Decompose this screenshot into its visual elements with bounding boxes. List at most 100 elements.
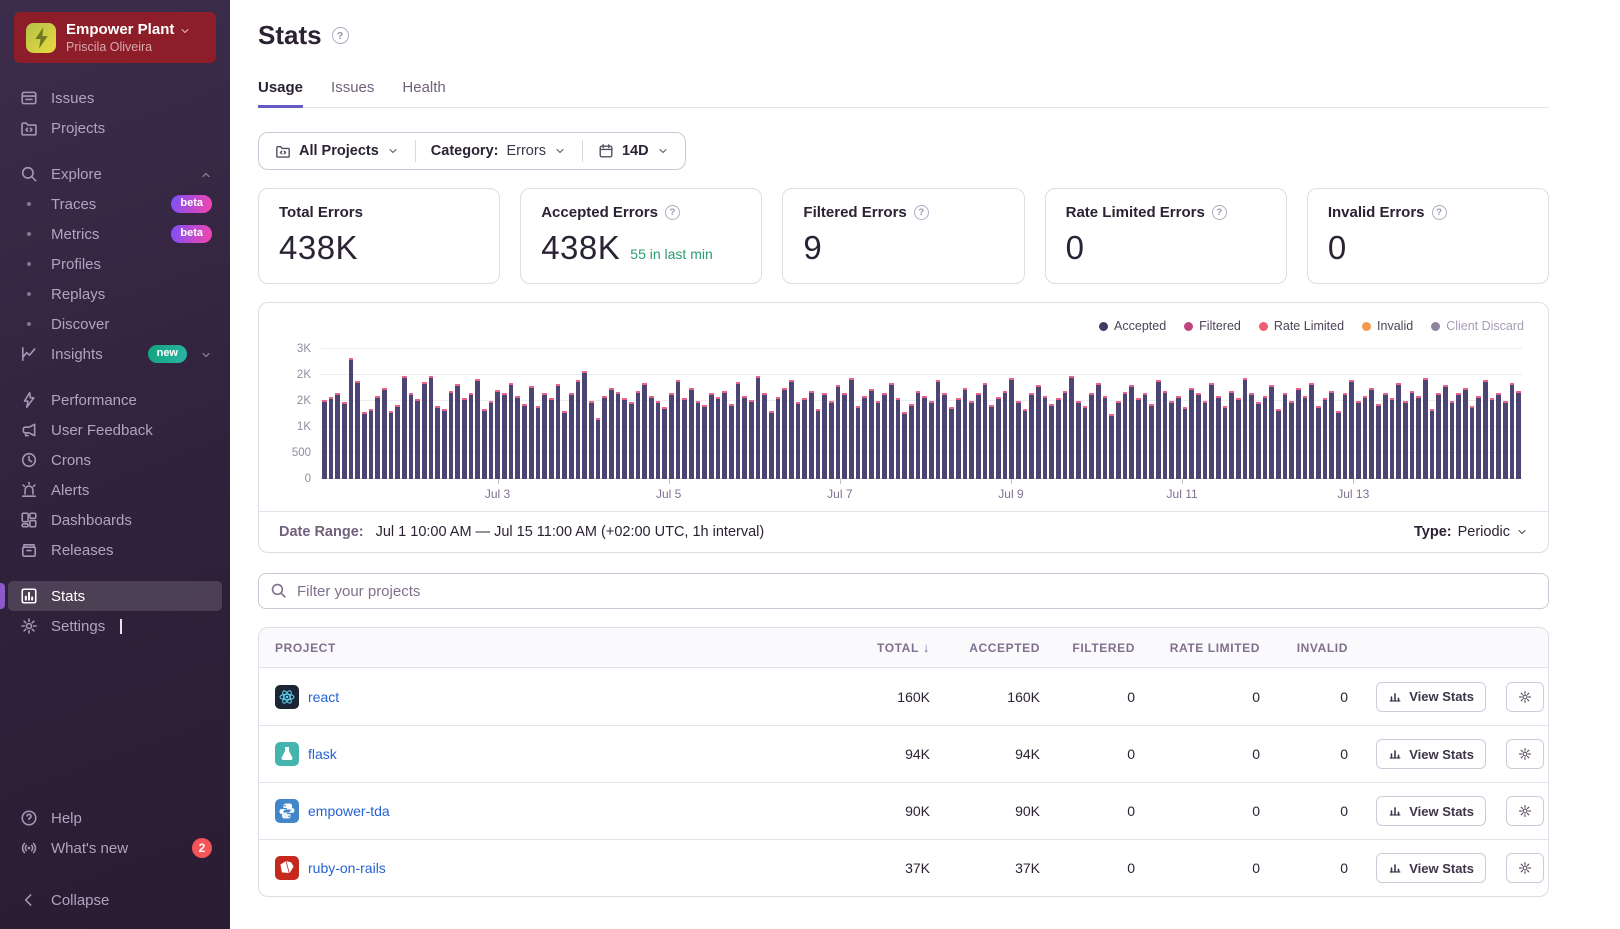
- bar-accepted[interactable]: [829, 401, 834, 479]
- bar-accepted[interactable]: [1002, 391, 1008, 479]
- bar-accepted[interactable]: [408, 393, 414, 479]
- bar-accepted[interactable]: [582, 371, 587, 479]
- bar-accepted[interactable]: [1155, 380, 1161, 479]
- project-settings-button[interactable]: [1506, 681, 1544, 712]
- legend-item-accepted[interactable]: Accepted: [1099, 319, 1166, 333]
- bar-accepted[interactable]: [969, 401, 974, 479]
- bar-accepted[interactable]: [789, 380, 794, 479]
- bar-accepted[interactable]: [1489, 398, 1495, 479]
- bar-accepted[interactable]: [909, 404, 914, 479]
- bar-accepted[interactable]: [1249, 393, 1255, 479]
- bar-accepted[interactable]: [1129, 385, 1134, 479]
- bar-accepted[interactable]: [1402, 401, 1408, 479]
- bar-accepted[interactable]: [1189, 388, 1195, 479]
- project-link[interactable]: empower-tda: [308, 803, 390, 819]
- project-settings-button[interactable]: [1506, 853, 1544, 883]
- bar-accepted[interactable]: [328, 397, 334, 479]
- bar-accepted[interactable]: [622, 398, 627, 479]
- bar-accepted[interactable]: [1416, 396, 1421, 479]
- bar-accepted[interactable]: [1182, 407, 1188, 479]
- bar-accepted[interactable]: [555, 384, 561, 479]
- bar-accepted[interactable]: [1456, 393, 1461, 479]
- bar-accepted[interactable]: [955, 398, 961, 479]
- bar-accepted[interactable]: [1396, 383, 1401, 479]
- bar-accepted[interactable]: [1342, 393, 1348, 479]
- column-header-rate-limited[interactable]: RATE LIMITED: [1139, 641, 1264, 655]
- bar-accepted[interactable]: [782, 388, 788, 479]
- bar-accepted[interactable]: [1276, 409, 1281, 479]
- bar-accepted[interactable]: [1216, 396, 1221, 479]
- bar-accepted[interactable]: [1482, 380, 1488, 479]
- filter-all-projects-select[interactable]: All Projects: [259, 133, 415, 169]
- bar-accepted[interactable]: [1062, 391, 1068, 479]
- bar-accepted[interactable]: [462, 398, 467, 479]
- tab-usage[interactable]: Usage: [258, 79, 304, 108]
- bar-accepted[interactable]: [662, 407, 667, 479]
- bar-accepted[interactable]: [635, 391, 641, 479]
- bar-accepted[interactable]: [1022, 409, 1028, 479]
- bar-accepted[interactable]: [428, 376, 434, 479]
- view-stats-button[interactable]: View Stats: [1376, 853, 1486, 883]
- bar-accepted[interactable]: [528, 386, 534, 479]
- bar-accepted[interactable]: [1429, 409, 1435, 479]
- view-stats-button[interactable]: View Stats: [1376, 739, 1486, 769]
- sidebar-item-collapse[interactable]: Collapse: [8, 885, 222, 915]
- bar-accepted[interactable]: [1496, 393, 1501, 479]
- sidebar-item-user-feedback[interactable]: User Feedback: [8, 415, 222, 445]
- legend-item-invalid[interactable]: Invalid: [1362, 319, 1413, 333]
- bar-accepted[interactable]: [1282, 393, 1288, 479]
- bar-accepted[interactable]: [1509, 383, 1515, 479]
- filter-errors-select[interactable]: Category: Errors: [414, 133, 582, 169]
- bar-accepted[interactable]: [835, 385, 841, 479]
- bar-accepted[interactable]: [642, 383, 647, 479]
- bar-accepted[interactable]: [562, 411, 567, 479]
- sidebar-item-releases[interactable]: Releases: [8, 535, 222, 565]
- bar-accepted[interactable]: [482, 409, 487, 479]
- bar-accepted[interactable]: [822, 393, 828, 479]
- tab-issues[interactable]: Issues: [331, 79, 374, 107]
- bar-accepted[interactable]: [675, 380, 681, 479]
- view-stats-button[interactable]: View Stats: [1376, 681, 1486, 712]
- project-link[interactable]: ruby-on-rails: [308, 860, 386, 876]
- bar-accepted[interactable]: [688, 388, 694, 479]
- bar-accepted[interactable]: [488, 401, 494, 479]
- bar-accepted[interactable]: [1296, 388, 1301, 479]
- bar-accepted[interactable]: [989, 405, 994, 479]
- help-icon[interactable]: ?: [664, 205, 680, 220]
- bar-accepted[interactable]: [949, 407, 954, 479]
- bar-accepted[interactable]: [508, 383, 514, 479]
- bar-accepted[interactable]: [995, 397, 1001, 479]
- bar-accepted[interactable]: [1449, 401, 1455, 479]
- bar-accepted[interactable]: [1035, 385, 1041, 479]
- legend-item-filtered[interactable]: Filtered: [1184, 319, 1241, 333]
- bar-accepted[interactable]: [889, 383, 894, 479]
- sidebar-item-profiles[interactable]: Profiles: [8, 249, 222, 279]
- column-header-project[interactable]: PROJECT: [259, 641, 822, 655]
- bar-accepted[interactable]: [1349, 380, 1355, 479]
- bar-accepted[interactable]: [468, 393, 474, 479]
- sidebar-item-discover[interactable]: Discover: [8, 309, 222, 339]
- bar-accepted[interactable]: [368, 409, 374, 479]
- sidebar-item-stats[interactable]: Stats: [0, 581, 222, 611]
- sidebar-item-replays[interactable]: Replays: [8, 279, 222, 309]
- bar-accepted[interactable]: [575, 380, 581, 479]
- bar-accepted[interactable]: [1236, 398, 1241, 479]
- bar-accepted[interactable]: [1309, 383, 1315, 479]
- bar-accepted[interactable]: [415, 399, 421, 479]
- bar-accepted[interactable]: [648, 396, 654, 479]
- bar-accepted[interactable]: [875, 401, 881, 479]
- bar-accepted[interactable]: [682, 398, 687, 479]
- bar-accepted[interactable]: [1196, 393, 1201, 479]
- bar-accepted[interactable]: [1289, 401, 1295, 479]
- project-settings-button[interactable]: [1506, 796, 1544, 826]
- project-link[interactable]: flask: [308, 746, 337, 762]
- bar-accepted[interactable]: [975, 393, 981, 479]
- bar-accepted[interactable]: [455, 384, 461, 479]
- bar-accepted[interactable]: [1362, 396, 1368, 479]
- bar-accepted[interactable]: [335, 393, 341, 479]
- bar-accepted[interactable]: [608, 388, 614, 479]
- bar-accepted[interactable]: [402, 376, 407, 479]
- bar-accepted[interactable]: [502, 393, 507, 479]
- project-settings-button[interactable]: [1506, 739, 1544, 769]
- bar-accepted[interactable]: [728, 404, 734, 479]
